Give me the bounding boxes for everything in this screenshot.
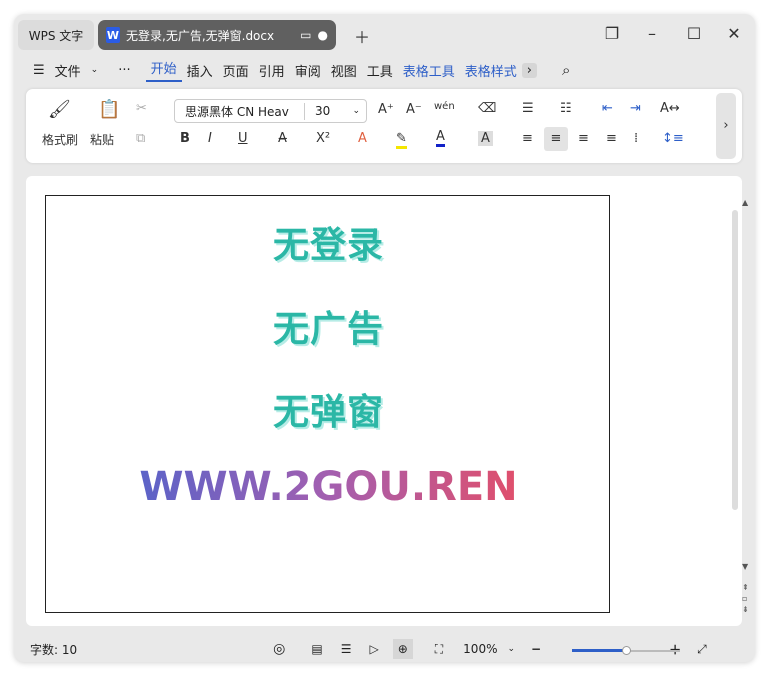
format-painter-button[interactable]: 格式刷 [42,131,78,148]
menu-bar: ☰ 文件 ⌄ ··· 开始 插入 页面 引用 审阅 视图 工具 表格工具 表格样… [14,56,575,84]
align-right-icon[interactable]: ≡ [578,131,589,146]
char-spacing-icon[interactable]: A↔ [660,101,680,116]
document-area: 无登录 无广告 无弹窗 WWW.2GOU.REN ▲ ▼ ⇞ ▫ ⇟ [26,176,749,626]
tab-document[interactable]: W 无登录,无广告,无弹窗.docx ▭ ● [98,20,336,50]
justify-icon[interactable]: ≡ [606,131,617,146]
chevron-down-icon[interactable]: ⌄ [507,644,515,654]
url-text: WWW.2GOU.REN [139,464,518,510]
menu-file[interactable]: 文件 [50,61,86,80]
copy-icon[interactable]: ⧉ [136,131,145,146]
zoom-slider-thumb[interactable] [622,646,631,655]
decrease-indent-icon[interactable]: ⇤ [602,101,613,116]
page-view-icon[interactable]: ▤ [311,642,322,656]
paste-icon[interactable]: 📋 [98,99,120,120]
tab-tools[interactable]: 工具 [362,61,398,80]
bullet-list-icon[interactable]: ☰ [522,101,534,116]
zoom-in-button[interactable]: ＋ [669,641,681,658]
strikethrough-icon[interactable]: A̶ [278,131,287,146]
close-button[interactable]: ✕ [722,24,746,43]
tab-page[interactable]: 页面 [218,61,254,80]
wps-writer-icon: W [106,27,120,43]
zoom-level[interactable]: 100% [463,642,497,656]
doc-url-text: WWW.2GOU.REN [46,464,611,510]
text-effect-button[interactable]: A [358,131,367,146]
restore-layout-button[interactable]: ❐ [600,24,624,43]
eye-icon[interactable]: ◎ [273,641,285,657]
ribbon-expand-button[interactable]: › [716,93,736,159]
zoom-slider[interactable] [572,646,680,655]
vertical-scrollbar[interactable] [732,210,738,510]
fullscreen-icon[interactable]: ⤢ [697,642,707,657]
format-painter-icon[interactable]: 🖌 [48,99,71,120]
highlight-icon[interactable]: ✎ [396,131,407,149]
search-icon[interactable]: ⌕ [557,61,575,79]
document-page[interactable]: 无登录 无广告 无弹窗 WWW.2GOU.REN [45,195,610,613]
page-nav-icons[interactable]: ⇞ ▫ ⇟ [742,582,749,615]
cut-icon[interactable]: ✂ [136,101,147,116]
paste-button[interactable]: 粘贴 [90,131,114,148]
font-name-select[interactable]: 思源黑体 CN Heav [175,102,305,120]
align-center-icon[interactable]: ≡ [544,127,568,151]
eraser-icon[interactable]: ⌫ [478,101,496,116]
font-selector: 思源黑体 CN Heav 30 ⌄ [174,99,367,123]
increase-indent-icon[interactable]: ⇥ [630,101,641,116]
ribbon: 🖌 格式刷 📋 粘贴 ✂ ⧉ 思源黑体 CN Heav 30 ⌄ A⁺ A⁻ w… [26,89,742,163]
hamburger-icon[interactable]: ☰ [28,63,50,78]
distribute-icon[interactable]: ⁞ [634,131,638,146]
new-tab-button[interactable]: ＋ [350,24,374,48]
tab-insert[interactable]: 插入 [182,61,218,80]
char-shading-button[interactable]: A [478,131,493,146]
grow-font-button[interactable]: A⁺ [378,102,394,117]
web-view-icon[interactable]: ⊕ [392,639,413,659]
doc-line: 无登录 [272,225,384,266]
align-left-icon[interactable]: ≡ [522,131,533,146]
play-icon[interactable]: ▷ [369,642,378,656]
tab-table-tools[interactable]: 表格工具 [398,61,460,80]
bold-button[interactable]: B [180,131,190,146]
zoom-out-button[interactable]: − [531,642,541,656]
minimize-button[interactable]: – [640,24,664,43]
underline-button[interactable]: U [238,131,248,146]
tab-review[interactable]: 审阅 [290,61,326,80]
scroll-right-button[interactable]: › [521,62,537,78]
monitor-icon[interactable]: ▭ [300,28,311,42]
shrink-font-button[interactable]: A⁻ [406,102,422,117]
numbered-list-icon[interactable]: ☷ [560,101,572,116]
scroll-up-icon[interactable]: ▲ [742,198,748,207]
superscript-button[interactable]: X² [316,131,330,146]
more-button[interactable]: ··· [113,63,135,78]
font-color-button[interactable]: A [436,129,445,147]
tab-view[interactable]: 视图 [326,61,362,80]
pinyin-button[interactable]: wén [434,101,455,112]
italic-button[interactable]: I [208,131,212,146]
doc-line: 无弹窗 [272,392,384,433]
status-bar: 字数: 10 ◎ ▤ ☰ ▷ ⊕ ⛶ 100% ⌄ − ＋ ⤢ [14,636,755,662]
app-window: WPS 文字 W 无登录,无广告,无弹窗.docx ▭ ● ＋ ❐ – ☐ ✕ … [14,14,755,662]
doc-line: 无广告 [272,309,384,350]
unsaved-dot-icon[interactable]: ● [318,28,328,42]
tab-label: WPS 文字 [28,28,84,43]
tab-references[interactable]: 引用 [254,61,290,80]
line-spacing-icon[interactable]: ↕≡ [662,131,684,146]
zoom-slider-fill [572,649,626,652]
fit-page-icon[interactable]: ⛶ [435,642,443,657]
chevron-down-icon: ⌄ [352,106,360,116]
maximize-button[interactable]: ☐ [682,24,706,43]
outline-view-icon[interactable]: ☰ [341,642,352,656]
tab-table-style[interactable]: 表格样式 [460,61,522,80]
chevron-down-icon: ⌄ [90,65,99,75]
word-count[interactable]: 字数: 10 [30,641,77,658]
font-size-select[interactable]: 30 [305,104,352,118]
tab-wps-home[interactable]: WPS 文字 [18,20,94,50]
tab-home[interactable]: 开始 [145,58,182,82]
scroll-down-icon[interactable]: ▼ [742,562,748,571]
tab-label: 无登录,无广告,无弹窗.docx [126,28,275,43]
